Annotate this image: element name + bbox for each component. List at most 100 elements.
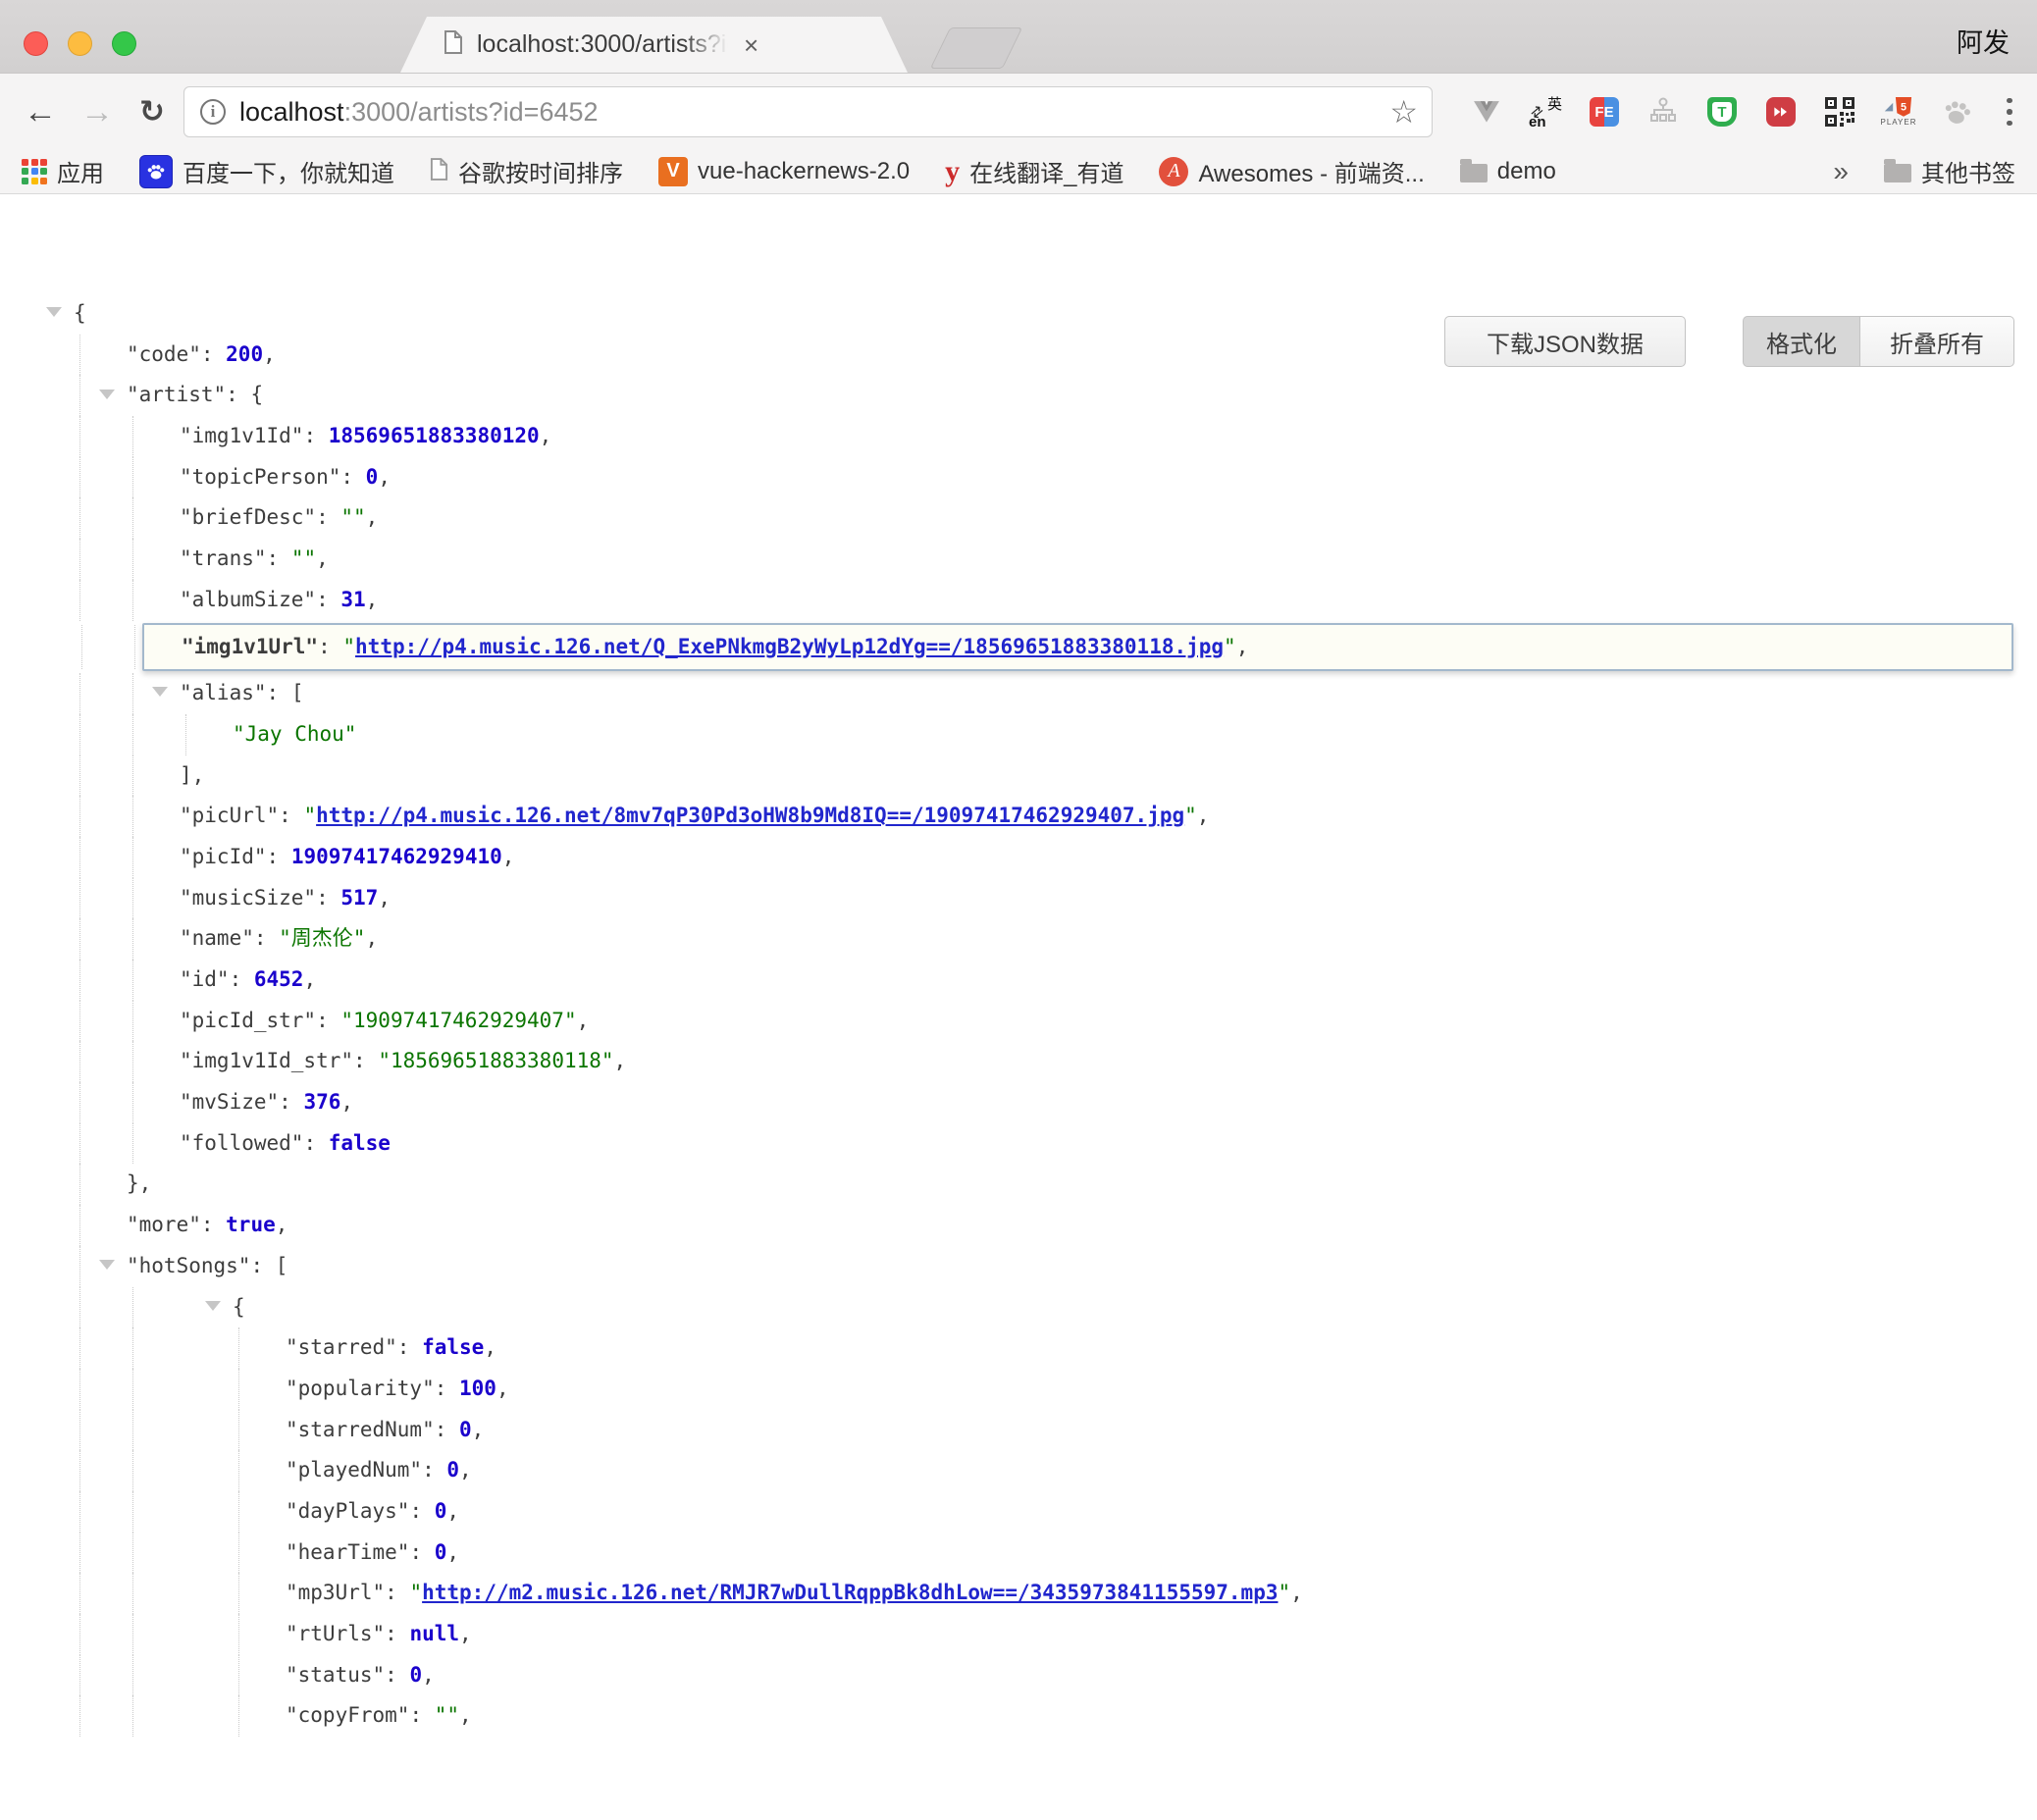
page-content: 下载JSON数据 格式化 折叠所有 {"code": 200,"artist":… (0, 293, 2037, 1820)
bookmark-item-youdao[interactable]: y 在线翻译_有道 (945, 154, 1123, 188)
reload-button[interactable]: ↻ (139, 96, 165, 127)
browser-tab[interactable]: localhost:3000/artists?id=645 × (400, 17, 908, 73)
bookmark-item-baidu[interactable]: 百度一下，你就知道 (139, 154, 394, 188)
document-icon (430, 158, 448, 185)
tab-close-icon[interactable]: × (744, 32, 758, 58)
json-colon: : (435, 1418, 459, 1441)
url-path: :3000/artists?id=6452 (344, 97, 599, 128)
indent-guide (132, 755, 133, 797)
json-key: "id" (180, 967, 230, 991)
info-icon[interactable]: i (200, 99, 226, 125)
bookmark-item-awesomes[interactable]: A Awesomes - 前端资... (1159, 154, 1424, 188)
bookmark-item-vue-hackernews[interactable]: V vue-hackernews-2.0 (658, 157, 910, 186)
bookmark-label: Awesomes - 前端资... (1198, 154, 1424, 188)
indent-guide (132, 539, 133, 580)
json-number: 0 (435, 1540, 447, 1564)
bookmark-item-apps[interactable]: 应用 (22, 154, 104, 188)
json-key: "hotSongs" (127, 1254, 250, 1277)
json-key: "code" (127, 342, 201, 366)
json-link[interactable]: http://p4.music.126.net/Q_ExePNkmgB2yWyL… (355, 635, 1224, 658)
browser-toolbar: ← → ↻ i localhost :3000/artists?id=6452 … (0, 73, 2037, 149)
forward-button[interactable]: → (80, 95, 114, 129)
indent-guide (79, 878, 80, 919)
folder-icon (1884, 164, 1911, 182)
collapse-arrow-icon[interactable] (99, 376, 127, 417)
collapse-arrow-icon[interactable] (205, 1287, 233, 1328)
json-key: "briefDesc" (180, 505, 316, 529)
vue-icon: V (658, 157, 688, 186)
json-string: "18569651883380118" (378, 1049, 613, 1072)
bookmark-label: 百度一下，你就知道 (183, 154, 394, 188)
indent-guide (79, 673, 80, 714)
json-string: "周杰伦" (279, 926, 365, 950)
json-number: true (226, 1213, 276, 1236)
indent-guide (185, 714, 186, 755)
indent-guide (132, 1410, 133, 1451)
qrcode-extension-icon[interactable] (1823, 92, 1856, 131)
new-tab-button[interactable] (930, 27, 1022, 69)
json-row: "picId": 19097417462929410, (0, 837, 2037, 878)
indent-guide (238, 1491, 239, 1533)
paw-extension-icon[interactable] (1941, 92, 1974, 131)
indent-guide (79, 1287, 80, 1328)
window-zoom-button[interactable] (112, 31, 136, 56)
indent-guide (238, 1533, 239, 1574)
json-link[interactable]: http://m2.music.126.net/RMJR7wDullRqppBk… (422, 1581, 1278, 1604)
collapse-arrow-icon[interactable] (46, 293, 74, 335)
window-close-button[interactable] (24, 31, 48, 56)
json-colon: : (318, 635, 342, 658)
vue-devtools-extension-icon[interactable] (1470, 92, 1503, 131)
json-key: "playedNum" (286, 1458, 422, 1482)
json-punct: }, (127, 1171, 151, 1195)
tampermonkey-extension-icon[interactable]: T (1705, 92, 1739, 131)
json-viewer: {"code": 200,"artist": {"img1v1Id": 1856… (0, 293, 2037, 1737)
indent-guide (238, 1695, 239, 1737)
profile-name[interactable]: 阿发 (1957, 22, 2010, 60)
bookmark-item-demo[interactable]: demo (1460, 158, 1556, 185)
other-bookmarks-label: 其他书签 (1921, 154, 2015, 188)
indent-guide (79, 580, 80, 621)
json-row: "topicPerson": 0, (0, 457, 2037, 498)
indent-guide (132, 878, 133, 919)
json-link[interactable]: http://p4.music.126.net/8mv7qP30Pd3oHW8b… (316, 804, 1184, 827)
json-comma: , (446, 1540, 459, 1564)
html5-player-extension-icon[interactable]: ◢ 5 PLAYER (1882, 92, 1915, 131)
json-row: "img1v1Id": 18569651883380120, (0, 416, 2037, 457)
bookmark-item-google-sort[interactable]: 谷歌按时间排序 (430, 154, 623, 188)
bookmark-label: 在线翻译_有道 (969, 154, 1123, 188)
json-comma: , (459, 1458, 472, 1482)
json-number: 0 (366, 465, 379, 489)
json-colon: : (409, 1703, 434, 1727)
indent-guide (79, 960, 80, 1001)
json-key: "starredNum" (286, 1418, 435, 1441)
collapse-arrow-icon[interactable] (152, 673, 180, 714)
indent-guide (79, 1082, 80, 1123)
url-input[interactable]: i localhost :3000/artists?id=6452 ☆ (183, 86, 1433, 137)
awesomes-icon: A (1159, 157, 1188, 186)
window-titlebar: localhost:3000/artists?id=645 × 阿发 (0, 0, 2037, 73)
window-minimize-button[interactable] (68, 31, 92, 56)
translate-extension-icon[interactable]: 英 en ⇄ (1529, 95, 1562, 129)
json-colon: : (353, 1049, 378, 1072)
fe-extension-icon[interactable]: FE (1588, 92, 1621, 131)
bookmarks-overflow-icon[interactable]: » (1833, 156, 1849, 187)
other-bookmarks[interactable]: 其他书签 (1884, 154, 2015, 188)
json-colon: : (226, 383, 250, 406)
json-string: " (1184, 804, 1197, 827)
json-key: "topicPerson" (180, 465, 340, 489)
json-row: "mvSize": 376, (0, 1082, 2037, 1123)
tamper-label: T (1712, 102, 1732, 122)
browser-menu-icon[interactable] (2000, 92, 2019, 131)
fastforward-extension-icon[interactable] (1764, 92, 1798, 131)
json-colon: : (230, 967, 254, 991)
collapse-arrow-icon[interactable] (99, 1246, 127, 1287)
sitemap-extension-icon[interactable] (1646, 92, 1680, 131)
json-row: "mp3Url": "http://m2.music.126.net/RMJR7… (0, 1573, 2037, 1614)
bookmark-star-icon[interactable]: ☆ (1389, 93, 1418, 130)
indent-guide (132, 457, 133, 498)
json-punct: { (233, 1295, 245, 1319)
back-button[interactable]: ← (24, 95, 57, 129)
indent-guide (134, 625, 135, 670)
json-number: 100 (459, 1377, 496, 1400)
json-comma: , (540, 424, 552, 447)
